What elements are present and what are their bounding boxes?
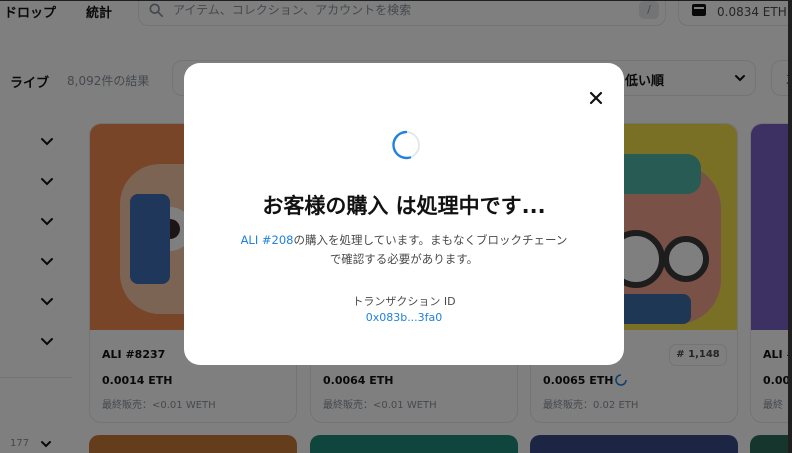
marketplace-page: ドロップ 統計 / 0.0834 ETH ライブ 8,092件の結果 低い順 三 (0, 0, 792, 453)
transaction-hash-link[interactable]: 0x083b...3fa0 (184, 311, 624, 324)
loading-spinner-icon (392, 130, 420, 160)
item-link[interactable]: ALI #208 (241, 233, 294, 247)
window-edge-right (788, 0, 792, 453)
window-edge-top (0, 0, 792, 1)
transaction-id-label: トランザクション ID (352, 295, 456, 308)
modal-title: お客様の購入 は処理中です... (262, 194, 546, 218)
description-text: の購入を処理しています。まもなくブロックチェーン (293, 233, 568, 247)
close-icon[interactable] (586, 88, 606, 108)
modal-description: ALI #208の購入を処理しています。まもなくブロックチェーン で確認する必要… (212, 231, 596, 269)
description-text-line2: で確認する必要があります。 (329, 252, 479, 266)
purchase-processing-modal: お客様の購入 は処理中です... ALI #208の購入を処理しています。まもな… (184, 63, 624, 365)
